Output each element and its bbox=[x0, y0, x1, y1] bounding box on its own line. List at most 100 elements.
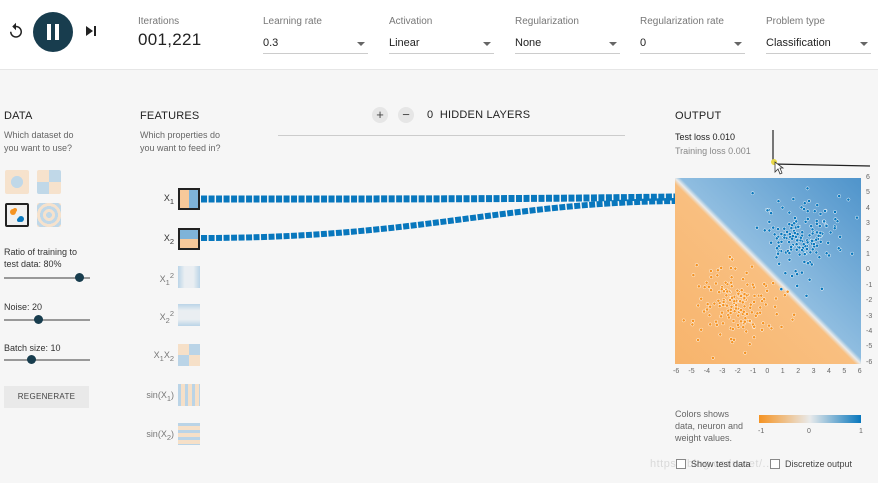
data-point bbox=[785, 230, 789, 234]
data-point bbox=[721, 300, 726, 304]
data-point bbox=[736, 291, 741, 296]
y-tick-label: 5 bbox=[866, 189, 870, 197]
data-point bbox=[707, 313, 712, 318]
data-point bbox=[833, 217, 838, 222]
data-point bbox=[719, 314, 723, 319]
data-point bbox=[714, 281, 718, 286]
y-tick-label: -1 bbox=[866, 281, 873, 289]
discretize-output-checkbox[interactable] bbox=[770, 459, 780, 469]
data-point bbox=[776, 251, 780, 256]
data-point bbox=[747, 319, 752, 323]
y-tick-label: 1 bbox=[866, 251, 870, 258]
y-tick-label: 2 bbox=[866, 235, 870, 243]
x-tick-label: 1 bbox=[780, 368, 785, 375]
data-point bbox=[729, 280, 734, 285]
data-point bbox=[730, 295, 734, 300]
data-point bbox=[750, 264, 754, 269]
weight-link-x2-output[interactable] bbox=[200, 198, 676, 241]
data-point bbox=[782, 235, 787, 240]
data-point bbox=[747, 342, 752, 347]
data-point bbox=[723, 280, 728, 285]
data-point bbox=[799, 235, 803, 240]
y-tick-label: -5 bbox=[866, 343, 873, 351]
data-point bbox=[810, 231, 815, 236]
data-point bbox=[765, 288, 769, 293]
y-tick-label: -2 bbox=[866, 297, 873, 305]
data-point bbox=[742, 319, 747, 324]
divider bbox=[278, 135, 625, 136]
data-point bbox=[787, 222, 792, 227]
data-point bbox=[815, 230, 819, 235]
data-point bbox=[802, 260, 807, 264]
data-point bbox=[767, 323, 771, 328]
data-point bbox=[809, 224, 814, 228]
data-point bbox=[817, 224, 822, 228]
x-tick-label: 5 bbox=[842, 368, 847, 375]
data-point bbox=[789, 226, 794, 230]
output-heatmap[interactable] bbox=[675, 178, 861, 364]
data-point bbox=[719, 266, 724, 270]
data-point bbox=[752, 300, 756, 304]
data-point bbox=[846, 197, 851, 202]
data-point bbox=[815, 203, 820, 207]
data-point bbox=[774, 312, 779, 317]
data-point bbox=[716, 298, 721, 303]
data-point bbox=[696, 303, 701, 308]
hidden-layers-count: 0 HIDDEN LAYERS bbox=[427, 109, 530, 121]
x-tick-label: -5 bbox=[688, 368, 695, 375]
data-point bbox=[826, 240, 831, 245]
data-point bbox=[767, 220, 772, 224]
data-point bbox=[733, 266, 738, 271]
data-point bbox=[805, 240, 810, 245]
data-point bbox=[729, 284, 734, 289]
data-point bbox=[801, 242, 806, 247]
data-point bbox=[718, 332, 723, 337]
data-point bbox=[704, 280, 709, 285]
data-point bbox=[748, 302, 753, 307]
data-point bbox=[812, 242, 816, 246]
discretize-output-label: Discretize output bbox=[785, 459, 853, 469]
data-point bbox=[760, 299, 764, 304]
data-point bbox=[796, 224, 801, 229]
data-point bbox=[725, 303, 729, 308]
data-point bbox=[805, 186, 810, 191]
data-point bbox=[717, 290, 721, 295]
test-loss: Test loss 0.010 bbox=[675, 132, 736, 142]
data-point bbox=[742, 292, 747, 296]
data-point bbox=[794, 219, 799, 224]
data-point bbox=[763, 302, 768, 307]
data-point bbox=[792, 312, 796, 317]
data-point bbox=[745, 282, 750, 287]
add-layer-button[interactable]: + bbox=[372, 107, 388, 123]
data-point bbox=[812, 209, 817, 214]
data-point bbox=[730, 257, 735, 262]
data-point bbox=[691, 318, 695, 323]
data-point bbox=[711, 356, 715, 360]
remove-layer-button[interactable]: − bbox=[398, 107, 414, 123]
data-point bbox=[790, 317, 795, 322]
data-point bbox=[743, 350, 748, 355]
data-point bbox=[702, 285, 707, 290]
data-point bbox=[774, 236, 779, 241]
data-point bbox=[790, 236, 794, 241]
layers-text: HIDDEN LAYERS bbox=[439, 109, 531, 121]
data-point bbox=[736, 323, 740, 327]
data-point bbox=[707, 284, 711, 289]
weight-link-x1-output[interactable] bbox=[200, 193, 676, 203]
data-point bbox=[742, 296, 747, 300]
data-point bbox=[709, 269, 713, 273]
show-test-data-checkbox[interactable] bbox=[676, 459, 686, 469]
data-point bbox=[805, 209, 810, 214]
data-point bbox=[741, 325, 746, 329]
data-point bbox=[717, 304, 722, 309]
output-section-title: OUTPUT bbox=[675, 110, 722, 122]
data-point bbox=[720, 310, 724, 315]
data-point bbox=[727, 315, 731, 320]
data-point bbox=[741, 277, 745, 282]
data-point bbox=[769, 326, 774, 331]
data-point bbox=[800, 230, 805, 235]
data-point bbox=[818, 231, 823, 235]
show-test-data-label: Show test data bbox=[691, 459, 751, 469]
data-point bbox=[714, 319, 718, 324]
data-point bbox=[824, 224, 829, 228]
